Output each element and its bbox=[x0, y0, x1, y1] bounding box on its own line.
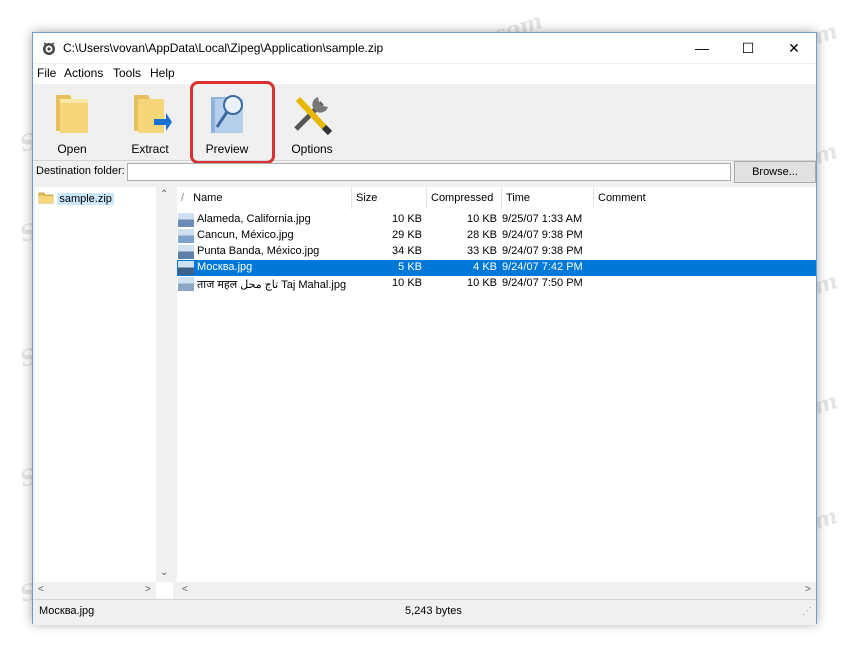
open-label: Open bbox=[57, 142, 87, 156]
file-row[interactable]: ताज महल تاج محل Taj Mahal.jpg 10 KB 10 KB 9… bbox=[177, 276, 816, 292]
file-row[interactable]: Punta Banda, México.jpg 34 KB 33 KB 9/24/07… bbox=[177, 244, 816, 260]
file-name: Punta Banda, México.jpg bbox=[197, 245, 320, 257]
scroll-right-icon[interactable]: > bbox=[805, 584, 811, 595]
image-thumbnail-icon bbox=[178, 229, 194, 243]
minimize-button[interactable]: — bbox=[679, 33, 725, 63]
browse-button[interactable]: Browse... bbox=[734, 161, 816, 183]
close-button[interactable]: ✕ bbox=[771, 33, 817, 63]
scroll-left-icon[interactable]: < bbox=[182, 584, 188, 595]
file-name: ताज महल تاج محل Taj Mahal.jpg bbox=[197, 279, 347, 291]
file-compressed: 10 KB bbox=[467, 213, 497, 225]
image-thumbnail-icon bbox=[178, 277, 194, 291]
destination-label: Destination folder: bbox=[36, 165, 125, 177]
status-bytes: 5,243 bytes bbox=[405, 605, 462, 617]
maximize-button[interactable]: ☐ bbox=[725, 33, 771, 63]
menu-file[interactable]: File bbox=[37, 66, 56, 80]
status-bar: Москва.jpg 5,243 bytes ⋰ bbox=[33, 599, 816, 625]
scroll-left-icon[interactable]: < bbox=[38, 584, 44, 595]
file-time: 9/24/07 7:50 PM bbox=[502, 277, 583, 289]
close-icon: ✕ bbox=[788, 40, 800, 56]
minimize-icon: — bbox=[695, 40, 709, 56]
file-row[interactable]: Alameda, California.jpg 10 KB 10 KB 9/25/07… bbox=[177, 212, 816, 228]
app-window: C:\Users\vovan\AppData\Local\Zipeg\Appli… bbox=[32, 32, 817, 625]
file-compressed: 4 KB bbox=[473, 261, 497, 273]
options-button[interactable]: Options bbox=[275, 86, 349, 158]
menu-tools[interactable]: Tools bbox=[113, 66, 141, 80]
folder-open-icon bbox=[56, 95, 88, 133]
file-time: 9/24/07 9:38 PM bbox=[502, 229, 583, 241]
scroll-down-icon[interactable]: ⌄ bbox=[160, 567, 168, 578]
destination-row: Destination folder: Browse... bbox=[33, 161, 816, 184]
image-thumbnail-icon bbox=[178, 261, 194, 275]
column-header-compressed[interactable]: Compressed bbox=[427, 187, 502, 209]
options-label: Options bbox=[291, 142, 333, 156]
extract-button[interactable]: Extract bbox=[113, 86, 187, 158]
menu-help[interactable]: Help bbox=[150, 66, 175, 80]
file-list: / Name Size Compressed Time Comment Alam… bbox=[177, 187, 816, 582]
maximize-icon: ☐ bbox=[741, 40, 755, 56]
tree-vertical-scrollbar[interactable]: ⌃ ⌄ bbox=[156, 187, 173, 582]
column-header-name[interactable]: / Name bbox=[177, 187, 352, 209]
preview-highlight-frame bbox=[190, 81, 275, 164]
file-time: 9/24/07 7:42 PM bbox=[502, 261, 583, 273]
tree-item-label: sample.zip bbox=[57, 193, 114, 205]
file-name: Москва.jpg bbox=[197, 261, 253, 273]
zipeg-app-icon bbox=[43, 42, 55, 55]
file-size: 10 KB bbox=[392, 277, 422, 289]
extract-label: Extract bbox=[131, 142, 169, 156]
file-compressed: 28 KB bbox=[467, 229, 497, 241]
menu-actions[interactable]: Actions bbox=[64, 66, 103, 80]
file-size: 29 KB bbox=[392, 229, 422, 241]
file-row[interactable]: Cancun, México.jpg 29 KB 28 KB 9/24/07 9:38… bbox=[177, 228, 816, 244]
file-name: Alameda, California.jpg bbox=[197, 213, 311, 225]
file-time: 9/25/07 1:33 AM bbox=[502, 213, 583, 225]
open-button[interactable]: Open bbox=[35, 86, 109, 158]
destination-folder-input[interactable] bbox=[127, 163, 731, 181]
file-size: 34 KB bbox=[392, 245, 422, 257]
file-size: 10 KB bbox=[392, 213, 422, 225]
tools-icon bbox=[294, 96, 333, 136]
file-row[interactable]: Москва.jpg 5 KB 4 KB 9/24/07 7:42 PM bbox=[177, 260, 816, 276]
tree-item-sample-zip[interactable]: sample.zip bbox=[38, 191, 114, 207]
scroll-right-icon[interactable]: > bbox=[145, 584, 151, 595]
folder-icon bbox=[38, 192, 54, 204]
window-title: C:\Users\vovan\AppData\Local\Zipeg\Appli… bbox=[63, 41, 384, 55]
sort-indicator-icon: / bbox=[181, 192, 185, 204]
list-horizontal-scrollbar[interactable]: < > bbox=[177, 582, 816, 599]
folder-tree: sample.zip bbox=[35, 187, 173, 599]
image-thumbnail-icon bbox=[178, 245, 194, 259]
file-time: 9/24/07 9:38 PM bbox=[502, 245, 583, 257]
menu-bar: File Actions Tools Help bbox=[33, 64, 816, 84]
scroll-up-icon[interactable]: ⌃ bbox=[160, 189, 168, 200]
image-thumbnail-icon bbox=[178, 213, 194, 227]
file-size: 5 KB bbox=[398, 261, 422, 273]
file-compressed: 33 KB bbox=[467, 245, 497, 257]
extract-folder-icon bbox=[134, 95, 172, 133]
column-header-comment[interactable]: Comment bbox=[594, 187, 816, 209]
column-header-size[interactable]: Size bbox=[352, 187, 427, 209]
tree-horizontal-scrollbar[interactable]: < > bbox=[35, 582, 156, 599]
title-bar[interactable]: C:\Users\vovan\AppData\Local\Zipeg\Appli… bbox=[33, 33, 816, 63]
status-file-name: Москва.jpg bbox=[39, 605, 95, 617]
file-name: Cancun, México.jpg bbox=[197, 229, 294, 241]
resize-grip-icon[interactable]: ⋰ bbox=[802, 606, 812, 617]
file-compressed: 10 KB bbox=[467, 277, 497, 289]
toolbar: Open Extract Preview Options bbox=[33, 84, 816, 161]
column-header-time[interactable]: Time bbox=[502, 187, 594, 209]
